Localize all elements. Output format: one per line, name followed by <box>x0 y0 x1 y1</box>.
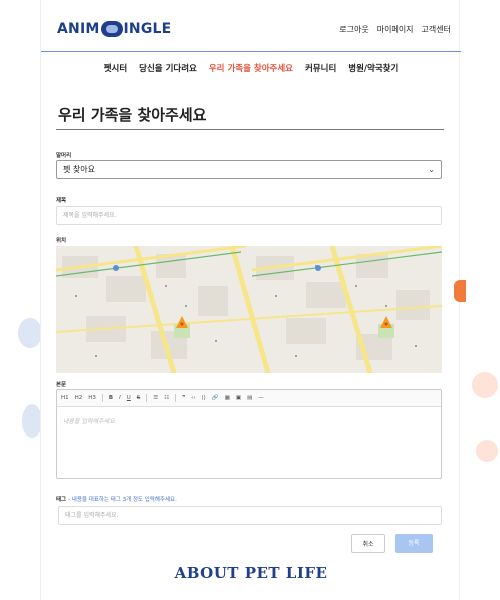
map-graphic <box>56 246 442 373</box>
logout-link[interactable]: 로그아웃 <box>339 24 368 35</box>
link-icon[interactable]: 🔗 <box>212 395 219 401</box>
image-icon[interactable]: ▦ <box>225 395 230 401</box>
header-links: 로그아웃 마이페이지 고객센터 <box>339 24 451 35</box>
heading2-button[interactable]: H2 <box>75 395 83 401</box>
title-input[interactable]: 제목을 입력해주세요. <box>56 206 442 225</box>
italic-button[interactable]: I <box>119 395 121 401</box>
toolbar-divider <box>101 394 103 402</box>
submit-button[interactable]: 등록 <box>395 534 433 553</box>
ordered-list-icon[interactable]: ☷ <box>164 395 169 401</box>
nav-item-pet-sitter[interactable]: 펫시터 <box>104 60 127 78</box>
nav-item-adoption[interactable]: 당신을 기다려요 <box>139 60 197 78</box>
underline-button[interactable]: U <box>127 395 131 401</box>
page-title: 우리 가족을 찾아주세요 <box>58 106 207 124</box>
bold-button[interactable]: B <box>109 395 113 401</box>
toolbar-divider <box>175 394 177 402</box>
body-editor: H1 H2 H3 B I U S ☰ ☷ ❞ ‹› ⟨⟩ 🔗 ▦ ▣ ▤ — 내… <box>56 389 442 479</box>
category-select[interactable]: 펫 찾아요 ⌄ <box>56 160 442 179</box>
nav-item-find-family[interactable]: 우리 가족을 찾아주세요 <box>209 60 293 78</box>
logo-text-left: ANIM <box>57 21 100 37</box>
customer-center-link[interactable]: 고객센터 <box>422 24 451 35</box>
nav-item-hospital[interactable]: 병원/약국찾기 <box>348 60 398 78</box>
editor-toolbar: H1 H2 H3 B I U S ☰ ☷ ❞ ‹› ⟨⟩ 🔗 ▦ ▣ ▤ — <box>57 390 441 407</box>
tags-hint: - 내용을 대표하는 태그 3개 정도 입력해주세요. <box>68 497 177 503</box>
chevron-down-icon: ⌄ <box>428 165 435 174</box>
location-label: 위치 <box>56 238 67 244</box>
location-map[interactable] <box>56 246 442 373</box>
paw-decoration-right <box>472 372 498 398</box>
logo-paw-icon <box>100 21 123 37</box>
bullet-list-icon[interactable]: ☰ <box>153 395 158 401</box>
strike-button[interactable]: S <box>137 395 141 401</box>
horizontal-rule-icon[interactable]: — <box>258 395 264 401</box>
category-label: 말머리 <box>56 153 72 159</box>
page-frame: ANIM INGLE 로그아웃 마이페이지 고객센터 펫시터 당신을 기다려요 … <box>40 0 461 600</box>
mypage-link[interactable]: 마이페이지 <box>377 24 414 35</box>
footer-brand: ABOUT PET LIFE <box>174 564 328 582</box>
heading3-button[interactable]: H3 <box>88 395 96 401</box>
side-floating-tab[interactable] <box>454 280 466 302</box>
header: ANIM INGLE 로그아웃 마이페이지 고객센터 <box>41 0 461 52</box>
main-nav: 펫시터 당신을 기다려요 우리 가족을 찾아주세요 커뮤니티 병원/약국찾기 <box>41 60 461 78</box>
paw-decoration-left <box>18 318 42 348</box>
title-label: 제목 <box>56 198 67 204</box>
tags-label-text: 태그 <box>56 497 67 503</box>
paw-decoration-right <box>476 440 498 462</box>
category-value: 펫 찾아요 <box>63 165 95 174</box>
body-textarea[interactable]: 내용을 입력해주세요. <box>57 407 441 434</box>
tags-input[interactable]: 태그를 입력해주세요. <box>58 506 442 525</box>
quote-icon[interactable]: ❞ <box>182 395 185 401</box>
code-block-icon[interactable]: ⟨⟩ <box>202 395 206 401</box>
logo-text-right: INGLE <box>123 21 172 37</box>
cancel-button[interactable]: 취소 <box>351 534 385 553</box>
heading1-button[interactable]: H1 <box>61 395 69 401</box>
paw-decoration-left <box>22 404 42 438</box>
code-icon[interactable]: ‹› <box>191 395 195 401</box>
brand-logo[interactable]: ANIM INGLE <box>57 20 171 38</box>
table-icon[interactable]: ▤ <box>247 395 252 401</box>
tags-label: 태그 - 내용을 대표하는 태그 3개 정도 입력해주세요. <box>56 495 177 503</box>
nav-item-community[interactable]: 커뮤니티 <box>305 60 336 78</box>
video-icon[interactable]: ▣ <box>236 395 241 401</box>
title-divider <box>56 129 444 130</box>
body-label: 본문 <box>56 382 67 388</box>
toolbar-divider <box>146 394 148 402</box>
